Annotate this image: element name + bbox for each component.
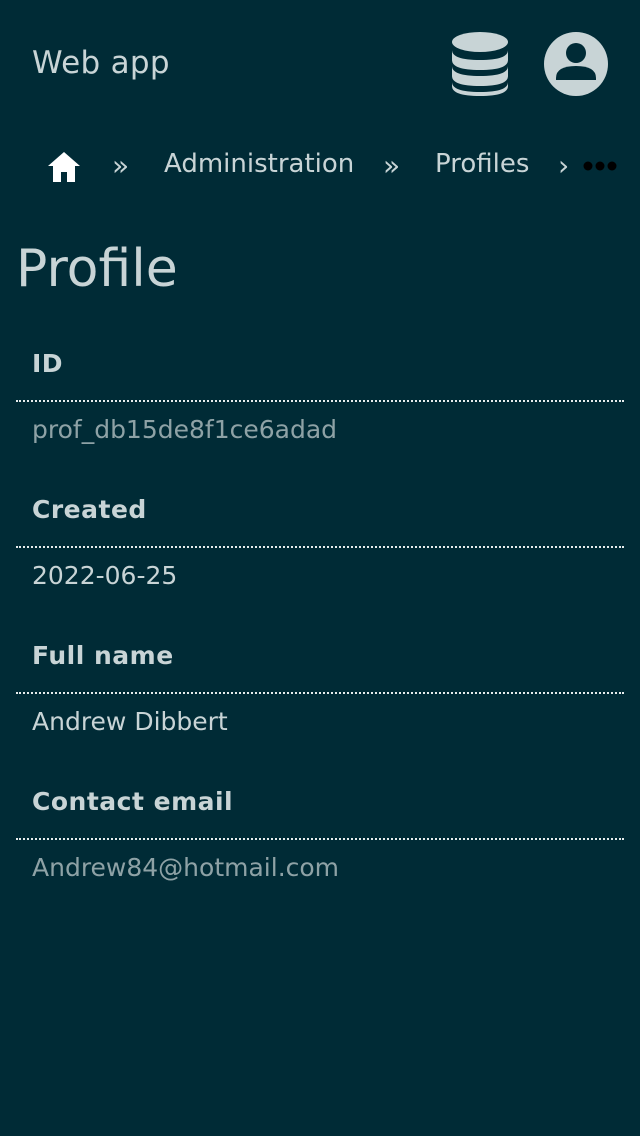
breadcrumb-item-profiles[interactable]: Profiles <box>435 146 529 182</box>
breadcrumb-separator: » <box>383 149 401 182</box>
database-button[interactable] <box>448 30 512 98</box>
app-bar: Web app <box>0 0 640 128</box>
page-title: Profile <box>16 239 178 299</box>
home-icon <box>48 152 80 182</box>
field-value: 2022-06-25 <box>32 561 178 590</box>
field-label: Full name <box>32 641 174 670</box>
database-icon <box>452 32 508 96</box>
breadcrumb-separator: » <box>112 149 130 182</box>
divider <box>16 400 624 402</box>
account-circle-icon <box>544 32 608 96</box>
field-label: Created <box>32 495 147 524</box>
divider <box>16 692 624 694</box>
breadcrumb-more-button[interactable] <box>582 158 618 172</box>
field-label: Contact email <box>32 787 234 816</box>
field-value: Andrew84@hotmail.com <box>32 853 340 882</box>
account-button[interactable] <box>542 30 610 98</box>
breadcrumb-overflow-separator: › <box>558 149 570 182</box>
field-value: Andrew Dibbert <box>32 707 228 736</box>
breadcrumb-home[interactable] <box>46 150 82 184</box>
field-value: prof_db15de8f1ce6adad <box>32 415 338 444</box>
app-title: Web app <box>32 45 170 81</box>
divider <box>16 838 624 840</box>
field-label: ID <box>32 349 64 378</box>
breadcrumb-item-administration[interactable]: Administration <box>164 146 354 182</box>
breadcrumb: » Administration » Profiles › <box>0 132 640 196</box>
divider <box>16 546 624 548</box>
more-horizontal-icon <box>583 161 617 171</box>
